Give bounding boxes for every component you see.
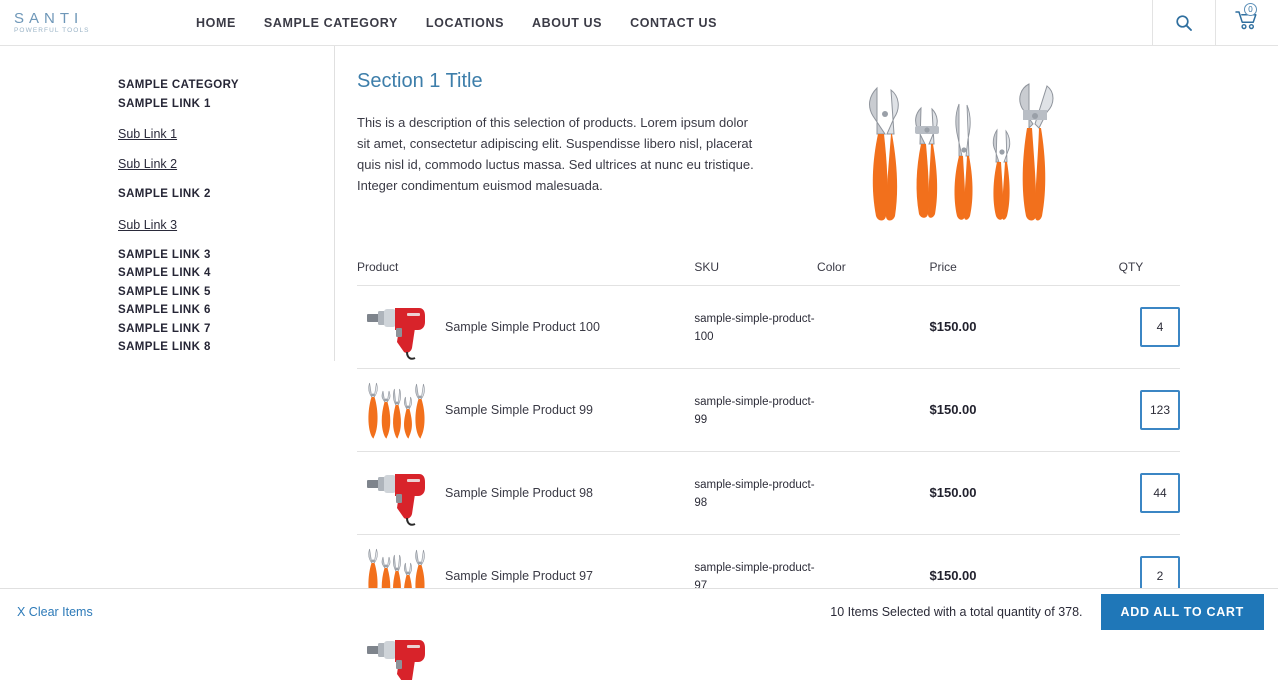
table-header-row: Product SKU Color Price QTY: [357, 260, 1180, 286]
nav-item-locations[interactable]: LOCATIONS: [426, 16, 504, 30]
sku-cell: sample-simple-product-99: [694, 368, 818, 452]
footer-right-group: 10 Items Selected with a total quantity …: [830, 593, 1278, 630]
column-header-sku: SKU: [694, 260, 818, 286]
selection-action-bar: X Clear Items 10 Items Selected with a t…: [0, 588, 1278, 634]
quantity-input[interactable]: 4: [1140, 307, 1180, 347]
table-row: Sample Simple Product 98 sample-simple-pr…: [357, 451, 1180, 535]
pliers-set-image: [363, 375, 433, 445]
sidebar-item-sub-link-2[interactable]: Sub Link 2: [118, 155, 177, 173]
sidebar-item-sample-link-7[interactable]: SAMPLE LINK 7: [118, 320, 335, 339]
site-header: SANTI POWERFUL TOOLS HOME SAMPLE CATEGOR…: [0, 0, 1278, 46]
selection-summary: 10 Items Selected with a total quantity …: [830, 604, 1083, 619]
price-cell: $150.00: [929, 368, 1119, 452]
main-content: Section 1 Title This is a description of…: [335, 46, 1278, 680]
price-cell: $150.00: [929, 285, 1119, 369]
products-table-header: Product SKU Color Price QTY: [357, 260, 1180, 286]
product-cell: Sample Simple Product 99: [357, 368, 695, 452]
sidebar-item-sample-link-3[interactable]: SAMPLE LINK 3: [118, 246, 335, 265]
qty-cell: 44: [1118, 451, 1180, 535]
color-cell: [817, 285, 930, 369]
product-price: $150.00: [929, 485, 977, 500]
sidebar-item-sample-link-6[interactable]: SAMPLE LINK 6: [118, 301, 335, 320]
column-header-price: Price: [929, 260, 1119, 286]
nav-item-contact-us[interactable]: CONTACT US: [630, 16, 717, 30]
color-cell: [817, 368, 930, 452]
product-price: $150.00: [929, 319, 977, 334]
power-drill-image: [363, 292, 433, 362]
table-row: Sample Simple Product 100 sample-simple-p…: [357, 285, 1180, 369]
search-icon: [1176, 14, 1192, 31]
sku-cell: sample-simple-product-100: [694, 285, 818, 369]
sidebar-item-sub-link-1[interactable]: Sub Link 1: [118, 125, 177, 143]
product-sku: sample-simple-product-98: [694, 479, 815, 509]
logo-name: SANTI: [14, 9, 84, 27]
product-name: Sample Simple Product 98: [445, 486, 593, 500]
cart-button[interactable]: 0: [1215, 0, 1278, 45]
nav-item-home[interactable]: HOME: [196, 16, 236, 30]
sidebar-item-sample-link-5[interactable]: SAMPLE LINK 5: [118, 283, 335, 302]
pliers-set-image: [847, 70, 1070, 238]
sidebar-item-sample-category[interactable]: SAMPLE CATEGORY: [118, 76, 335, 95]
section-description: This is a description of this selection …: [357, 115, 754, 193]
table-row: Sample Simple Product 99 sample-simple-pr…: [357, 368, 1180, 452]
page-body: SAMPLE CATEGORY SAMPLE LINK 1 Sub Link 1…: [0, 46, 1278, 680]
product-cell: Sample Simple Product 100: [357, 285, 695, 369]
main-navigation: HOME SAMPLE CATEGORY LOCATIONS ABOUT US …: [180, 0, 1152, 45]
column-header-qty: QTY: [1118, 260, 1180, 286]
product-cell-inner: Sample Simple Product 99: [357, 375, 694, 445]
sidebar-item-sample-link-8[interactable]: SAMPLE LINK 8: [118, 338, 335, 357]
product-cell: Sample Simple Product 98: [357, 451, 695, 535]
qty-cell: 4: [1118, 285, 1180, 369]
column-header-color: Color: [817, 260, 930, 286]
color-cell: [817, 451, 930, 535]
sku-cell: sample-simple-product-98: [694, 451, 818, 535]
quantity-input[interactable]: 123: [1140, 390, 1180, 430]
product-name: Sample Simple Product 97: [445, 569, 593, 583]
sidebar-item-sample-link-2[interactable]: SAMPLE LINK 2: [118, 185, 335, 204]
column-header-product: Product: [357, 260, 695, 286]
sidebar-item-sample-link-1[interactable]: SAMPLE LINK 1: [118, 95, 335, 114]
power-drill-image: [363, 458, 433, 528]
product-sku: sample-simple-product-100: [694, 313, 815, 343]
nav-item-sample-category[interactable]: SAMPLE CATEGORY: [264, 16, 398, 30]
product-price: $150.00: [929, 402, 977, 417]
product-sku: sample-simple-product-99: [694, 396, 815, 426]
clear-items-button[interactable]: X Clear Items: [17, 605, 93, 619]
section-intro-text: Section 1 Title This is a description of…: [357, 70, 757, 196]
quantity-input[interactable]: 44: [1140, 473, 1180, 513]
logo-tagline: POWERFUL TOOLS: [14, 27, 90, 35]
add-all-to-cart-button[interactable]: ADD ALL TO CART: [1100, 593, 1264, 630]
qty-cell: 123: [1118, 368, 1180, 452]
nav-item-about-us[interactable]: ABOUT US: [532, 16, 602, 30]
price-cell: $150.00: [929, 451, 1119, 535]
product-cell-inner: Sample Simple Product 100: [357, 292, 694, 362]
sidebar-item-sub-link-3[interactable]: Sub Link 3: [118, 216, 177, 234]
search-button[interactable]: [1152, 0, 1215, 45]
product-cell-inner: Sample Simple Product 98: [357, 458, 694, 528]
logo[interactable]: SANTI POWERFUL TOOLS: [0, 0, 180, 45]
sidebar-item-sample-link-4[interactable]: SAMPLE LINK 4: [118, 264, 335, 283]
product-price: $150.00: [929, 568, 977, 583]
section-intro: Section 1 Title This is a description of…: [357, 70, 1180, 238]
page-title: Section 1 Title: [357, 70, 483, 92]
product-name: Sample Simple Product 100: [445, 320, 600, 334]
cart-count-badge: 0: [1244, 3, 1257, 16]
product-name: Sample Simple Product 99: [445, 403, 593, 417]
cart-holder: 0: [1235, 3, 1259, 35]
sidebar: SAMPLE CATEGORY SAMPLE LINK 1 Sub Link 1…: [0, 46, 335, 634]
